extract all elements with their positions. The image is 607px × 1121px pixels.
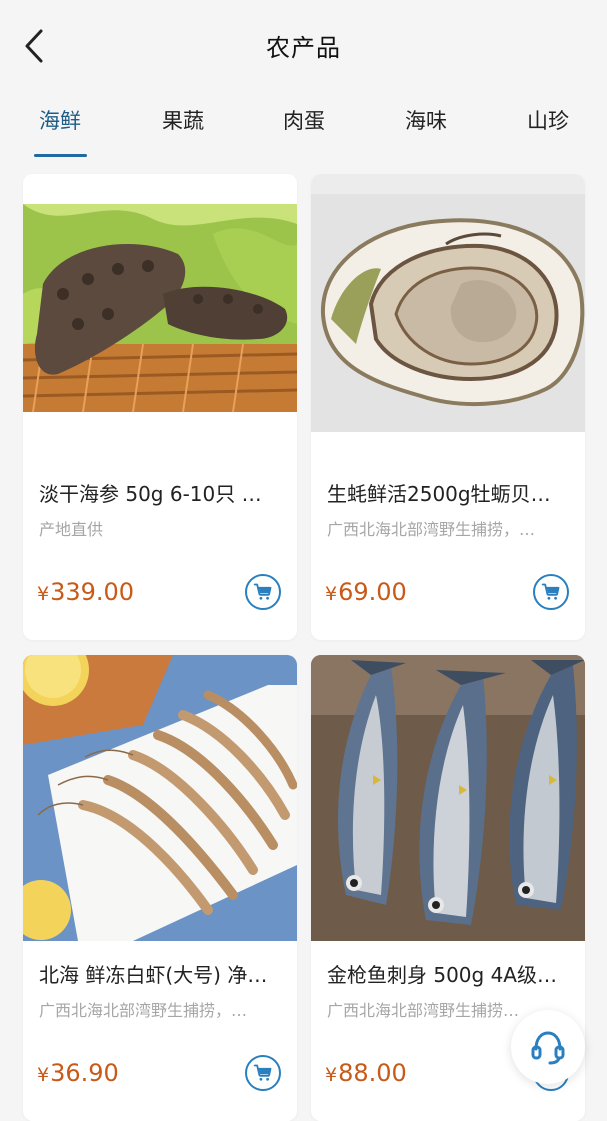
cart-icon: [253, 1064, 272, 1081]
active-tab-indicator: [34, 154, 87, 157]
header-bar: 农产品: [0, 0, 607, 90]
cart-icon: [253, 583, 272, 600]
category-tabs: 海鲜 果蔬 肉蛋 海味 山珍: [0, 90, 607, 168]
add-to-cart-button[interactable]: [245, 574, 281, 610]
product-description: 广西北海北部湾野生捕捞，…: [39, 1001, 248, 1020]
currency-symbol: ¥: [325, 583, 338, 605]
customer-support-button[interactable]: [511, 1010, 585, 1084]
page-title: 农产品: [266, 34, 341, 62]
tab-fruit-veg[interactable]: 果蔬: [162, 105, 204, 135]
add-to-cart-button[interactable]: [533, 574, 569, 610]
product-price: ¥69.00: [325, 578, 407, 606]
product-name: 生蚝鲜活2500g牡蛎贝…: [327, 482, 551, 506]
tab-mountain-delicacy[interactable]: 山珍: [527, 105, 569, 135]
currency-symbol: ¥: [37, 583, 50, 605]
product-description: 广西北海北部湾野生捕捞，…: [327, 520, 536, 539]
price-value: 88.00: [338, 1059, 407, 1087]
currency-symbol: ¥: [37, 1064, 50, 1086]
price-value: 339.00: [50, 578, 135, 606]
oyster-photo: [311, 174, 585, 432]
product-card[interactable]: 淡干海参 50g 6-10只 … 产地直供 ¥339.00: [23, 174, 297, 640]
product-name: 淡干海参 50g 6-10只 …: [39, 482, 262, 506]
headset-support-icon: [531, 1031, 565, 1065]
shrimp-photo: [23, 655, 297, 941]
tab-sea-flavor[interactable]: 海味: [405, 105, 447, 135]
add-to-cart-button[interactable]: [245, 1055, 281, 1091]
product-name: 金枪鱼刺身 500g 4A级…: [327, 963, 557, 987]
product-card[interactable]: 生蚝鲜活2500g牡蛎贝… 广西北海北部湾野生捕捞，… ¥69.00: [311, 174, 585, 640]
price-value: 69.00: [338, 578, 407, 606]
product-price: ¥88.00: [325, 1059, 407, 1087]
cart-icon: [541, 583, 560, 600]
product-price: ¥339.00: [37, 578, 134, 606]
sea-cucumber-photo: [23, 174, 297, 432]
product-description: 产地直供: [39, 520, 104, 539]
currency-symbol: ¥: [325, 1064, 338, 1086]
tuna-photo: [311, 655, 585, 941]
product-name: 北海 鲜冻白虾(大号) 净…: [39, 963, 268, 987]
price-value: 36.90: [50, 1059, 119, 1087]
tab-meat-egg[interactable]: 肉蛋: [283, 105, 325, 135]
tab-seafood[interactable]: 海鲜: [39, 105, 81, 135]
product-price: ¥36.90: [37, 1059, 119, 1087]
product-card[interactable]: 北海 鲜冻白虾(大号) 净… 广西北海北部湾野生捕捞，… ¥36.90: [23, 655, 297, 1121]
